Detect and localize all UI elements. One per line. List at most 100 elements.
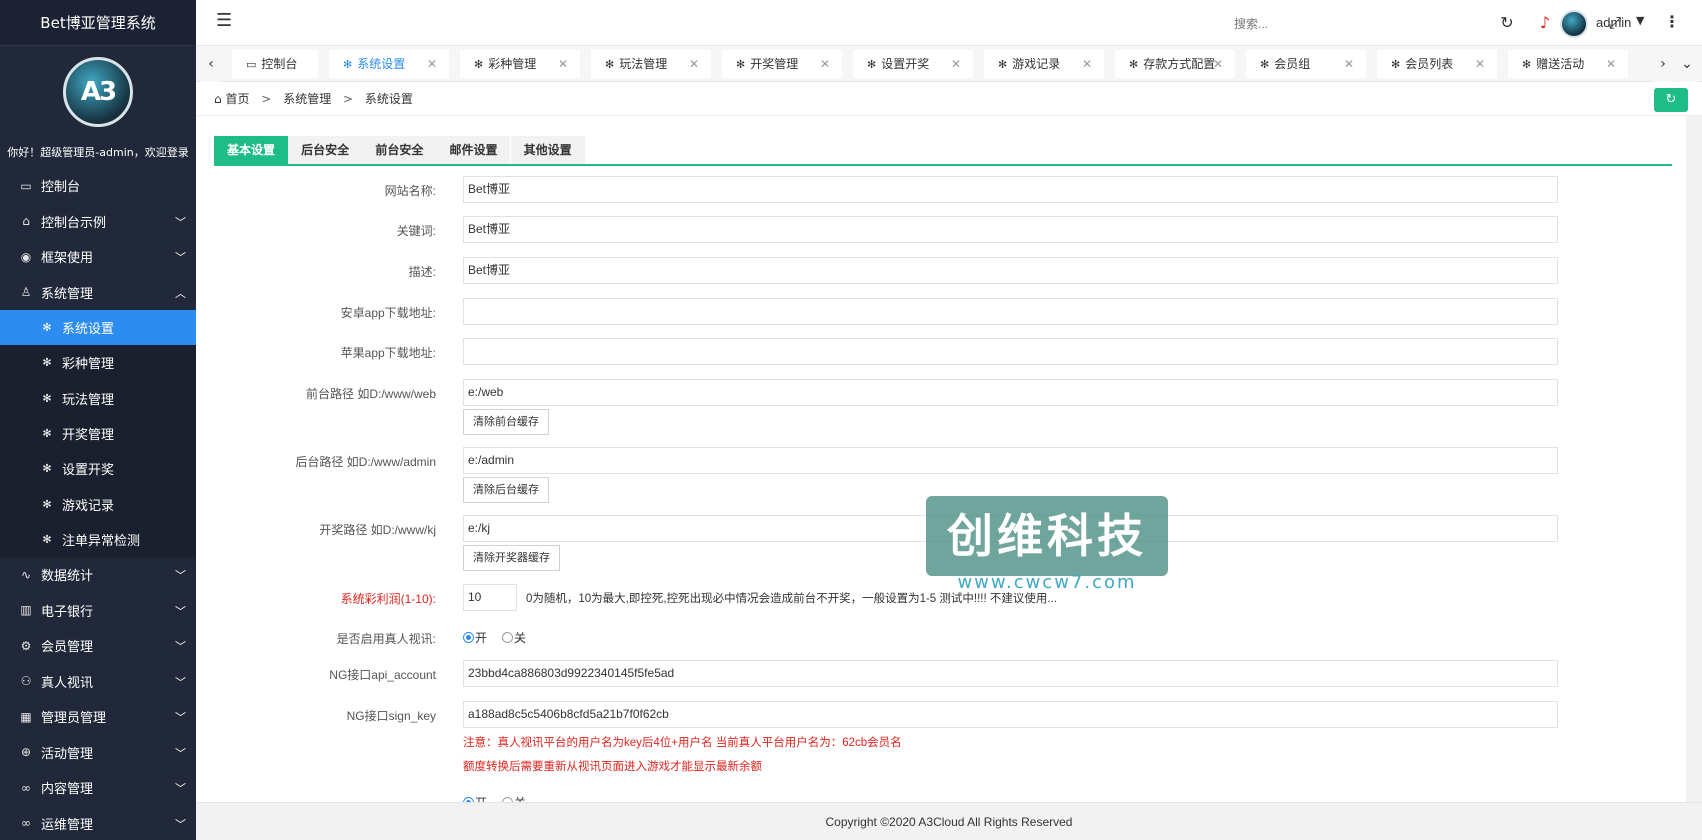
close-icon[interactable]: ✕ <box>689 50 699 78</box>
tab-game-records[interactable]: ✻ 游戏记录 ✕ <box>984 50 1104 78</box>
tab-deposit-config[interactable]: ✻ 存款方式配置 ✕ <box>1115 50 1235 78</box>
chevron-down-icon: ﹀ <box>175 604 186 618</box>
sidebar-item-content[interactable]: ∞ 内容管理 ﹀ <box>0 770 196 806</box>
clear-admin-cache-button[interactable]: 清除后台缓存 <box>463 477 549 503</box>
sidebar-item-dashboard-demo[interactable]: ⌂ 控制台示例 ﹀ <box>0 204 196 240</box>
refresh-button[interactable]: ↻ <box>1654 88 1688 112</box>
close-icon[interactable]: ✕ <box>951 50 961 78</box>
close-icon[interactable]: ✕ <box>1213 50 1223 78</box>
android-url-input[interactable] <box>463 298 1558 325</box>
menu-toggle-icon[interactable]: ☰ <box>216 12 234 31</box>
chevron-down-icon: ﹀ <box>175 251 186 264</box>
main-content: 基本设置 后台安全 前台安全 邮件设置 其他设置 网站名称: Bet博亚 关键词… <box>196 116 1686 802</box>
sidebar-item-system[interactable]: ♙ 系统管理 ︿ <box>0 275 196 311</box>
bell-icon[interactable]: ♪ <box>1536 13 1554 32</box>
front-path-input[interactable]: e:/web <box>463 379 1558 406</box>
home-icon: ⌂ <box>22 214 30 229</box>
more-vertical-icon[interactable]: ⋮ <box>1664 12 1680 31</box>
tab-play[interactable]: ✻ 玩法管理 ✕ <box>591 50 711 78</box>
close-icon[interactable]: ✕ <box>558 50 568 78</box>
live-off-radio[interactable]: 关 <box>502 629 526 646</box>
close-icon[interactable]: ✕ <box>1606 50 1616 78</box>
sidebar-item-ops[interactable]: ∞ 运维管理 ﹀ <box>0 806 196 840</box>
refresh-icon[interactable]: ↻ <box>1498 13 1516 32</box>
tabs-prev-icon[interactable]: ‹ <box>200 46 222 82</box>
site-name-label: 网站名称: <box>384 184 436 198</box>
caret-down-icon[interactable]: ▼ <box>1636 14 1644 27</box>
tab-gift-activity[interactable]: ✻ 赠送活动 ✕ <box>1508 50 1628 78</box>
breadcrumb-level1[interactable]: 系统管理 <box>283 92 331 106</box>
tab-draw[interactable]: ✻ 开奖管理 ✕ <box>722 50 842 78</box>
ng-account-input[interactable]: 23bbd4ca886803d9922340145f5fe5ad <box>463 660 1558 687</box>
sidebar: Bet博亚管理系统 A3 你好！超级管理员-admin，欢迎登录 ▭ 控制台 ⌂ 控… <box>0 0 196 840</box>
close-icon[interactable]: ✕ <box>1082 50 1092 78</box>
desc-input[interactable]: Bet博亚 <box>463 257 1558 284</box>
sidebar-subitem-system-settings[interactable]: ✻ 系统设置 <box>0 310 196 346</box>
chevron-down-icon: ﹀ <box>175 215 186 229</box>
sidebar-subitem-label: 注单异常检测 <box>62 533 141 549</box>
avatar[interactable] <box>1560 10 1588 38</box>
footer: Copyright ©2020 A3Cloud All Rights Reser… <box>196 802 1702 840</box>
site-name-input[interactable]: Bet博亚 <box>463 176 1558 203</box>
subtab-admin-security[interactable]: 后台安全 <box>288 136 363 164</box>
chevron-down-icon: ﹀ <box>175 746 186 760</box>
tab-label: 存款方式配置 <box>1143 57 1216 71</box>
close-icon[interactable]: ✕ <box>1475 50 1485 78</box>
tab-label: 彩种管理 <box>488 57 537 71</box>
subtab-mail[interactable]: 邮件设置 <box>436 136 511 164</box>
close-icon[interactable]: ✕ <box>1344 50 1354 78</box>
tabs-menu-chevron-down-icon[interactable]: ⌄ <box>1676 46 1698 82</box>
sidebar-item-label: 电子银行 <box>41 604 94 620</box>
tab-label: 游戏记录 <box>1012 57 1061 71</box>
clear-front-cache-button[interactable]: 清除前台缓存 <box>463 409 549 435</box>
subtab-basic[interactable]: 基本设置 <box>214 136 289 164</box>
breadcrumb-home[interactable]: 首页 <box>225 92 249 106</box>
radio-dot <box>502 632 513 643</box>
tabs-next-icon[interactable]: › <box>1652 46 1674 82</box>
ng-key-input[interactable]: a188ad8c5c5406b8cfd5a21b7f0f62cb <box>463 701 1558 728</box>
profit-input[interactable]: 10 <box>463 584 517 611</box>
sidebar-item-ebank[interactable]: ▥ 电子银行 ﹀ <box>0 593 196 629</box>
clear-kj-cache-button[interactable]: 清除开奖器缓存 <box>463 545 560 571</box>
antenna-icon: ✻ <box>1129 58 1139 71</box>
sidebar-subitem-label: 设置开奖 <box>62 463 115 479</box>
sidebar-item-framework[interactable]: ◉ 框架使用 ﹀ <box>0 239 196 275</box>
ios-url-input[interactable] <box>463 338 1558 365</box>
username[interactable]: admin <box>1596 15 1631 30</box>
admin-path-input[interactable]: e:/admin <box>463 447 1558 474</box>
sidebar-subitem-bet-check[interactable]: ✻ 注单异常检测 <box>0 521 196 558</box>
chevron-down-icon: ﹀ <box>175 711 186 725</box>
sidebar-item-dashboard[interactable]: ▭ 控制台 <box>0 168 196 204</box>
partial-off-radio[interactable]: 关 <box>502 794 526 802</box>
subtab-front-security[interactable]: 前台安全 <box>362 136 437 164</box>
tab-system-settings[interactable]: ✻ 系统设置 ✕ <box>329 50 449 78</box>
close-icon[interactable]: ✕ <box>427 50 437 78</box>
subtab-other[interactable]: 其他设置 <box>510 136 585 164</box>
keywords-input[interactable]: Bet博亚 <box>463 216 1558 243</box>
live-on-radio[interactable]: 开 <box>463 629 487 646</box>
tab-member-group[interactable]: ✻ 会员组 ✕ <box>1246 50 1366 78</box>
sidebar-item-label: 数据统计 <box>41 569 94 585</box>
plus-circle-icon: ⊕ <box>20 745 32 760</box>
tab-dashboard[interactable]: ▭ 控制台 <box>232 50 318 78</box>
close-icon[interactable]: ✕ <box>820 50 830 78</box>
partial-on-radio[interactable]: 开 <box>463 794 487 802</box>
sidebar-item-live[interactable]: ⚇ 真人视讯 ﹀ <box>0 664 196 700</box>
sidebar-subitem-lottery[interactable]: ✻ 彩种管理 <box>0 345 196 381</box>
sidebar-item-members[interactable]: ⚙ 会员管理 ﹀ <box>0 628 196 664</box>
tab-set-draw[interactable]: ✻ 设置开奖 ✕ <box>853 50 973 78</box>
sidebar-subitem-set-draw[interactable]: ✻ 设置开奖 <box>0 451 196 487</box>
sidebar-item-label: 真人视讯 <box>41 675 94 691</box>
sidebar-item-activities[interactable]: ⊕ 活动管理 ﹀ <box>0 735 196 771</box>
sidebar-subitem-play[interactable]: ✻ 玩法管理 <box>0 380 196 416</box>
logo-wrap: A3 <box>0 46 196 138</box>
ok-icon: ◉ <box>20 249 32 264</box>
search-input[interactable] <box>1234 14 1344 34</box>
sidebar-item-admins[interactable]: ▦ 管理员管理 ﹀ <box>0 699 196 735</box>
sidebar-subitem-game-records[interactable]: ✻ 游戏记录 <box>0 486 196 522</box>
sidebar-subitem-draw[interactable]: ✻ 开奖管理 <box>0 415 196 452</box>
sidebar-item-stats[interactable]: ∿ 数据统计 ﹀ <box>0 557 196 593</box>
tab-lottery[interactable]: ✻ 彩种管理 ✕ <box>460 50 580 78</box>
tab-member-list[interactable]: ✻ 会员列表 ✕ <box>1377 50 1497 78</box>
grid-icon: ▦ <box>20 709 32 724</box>
